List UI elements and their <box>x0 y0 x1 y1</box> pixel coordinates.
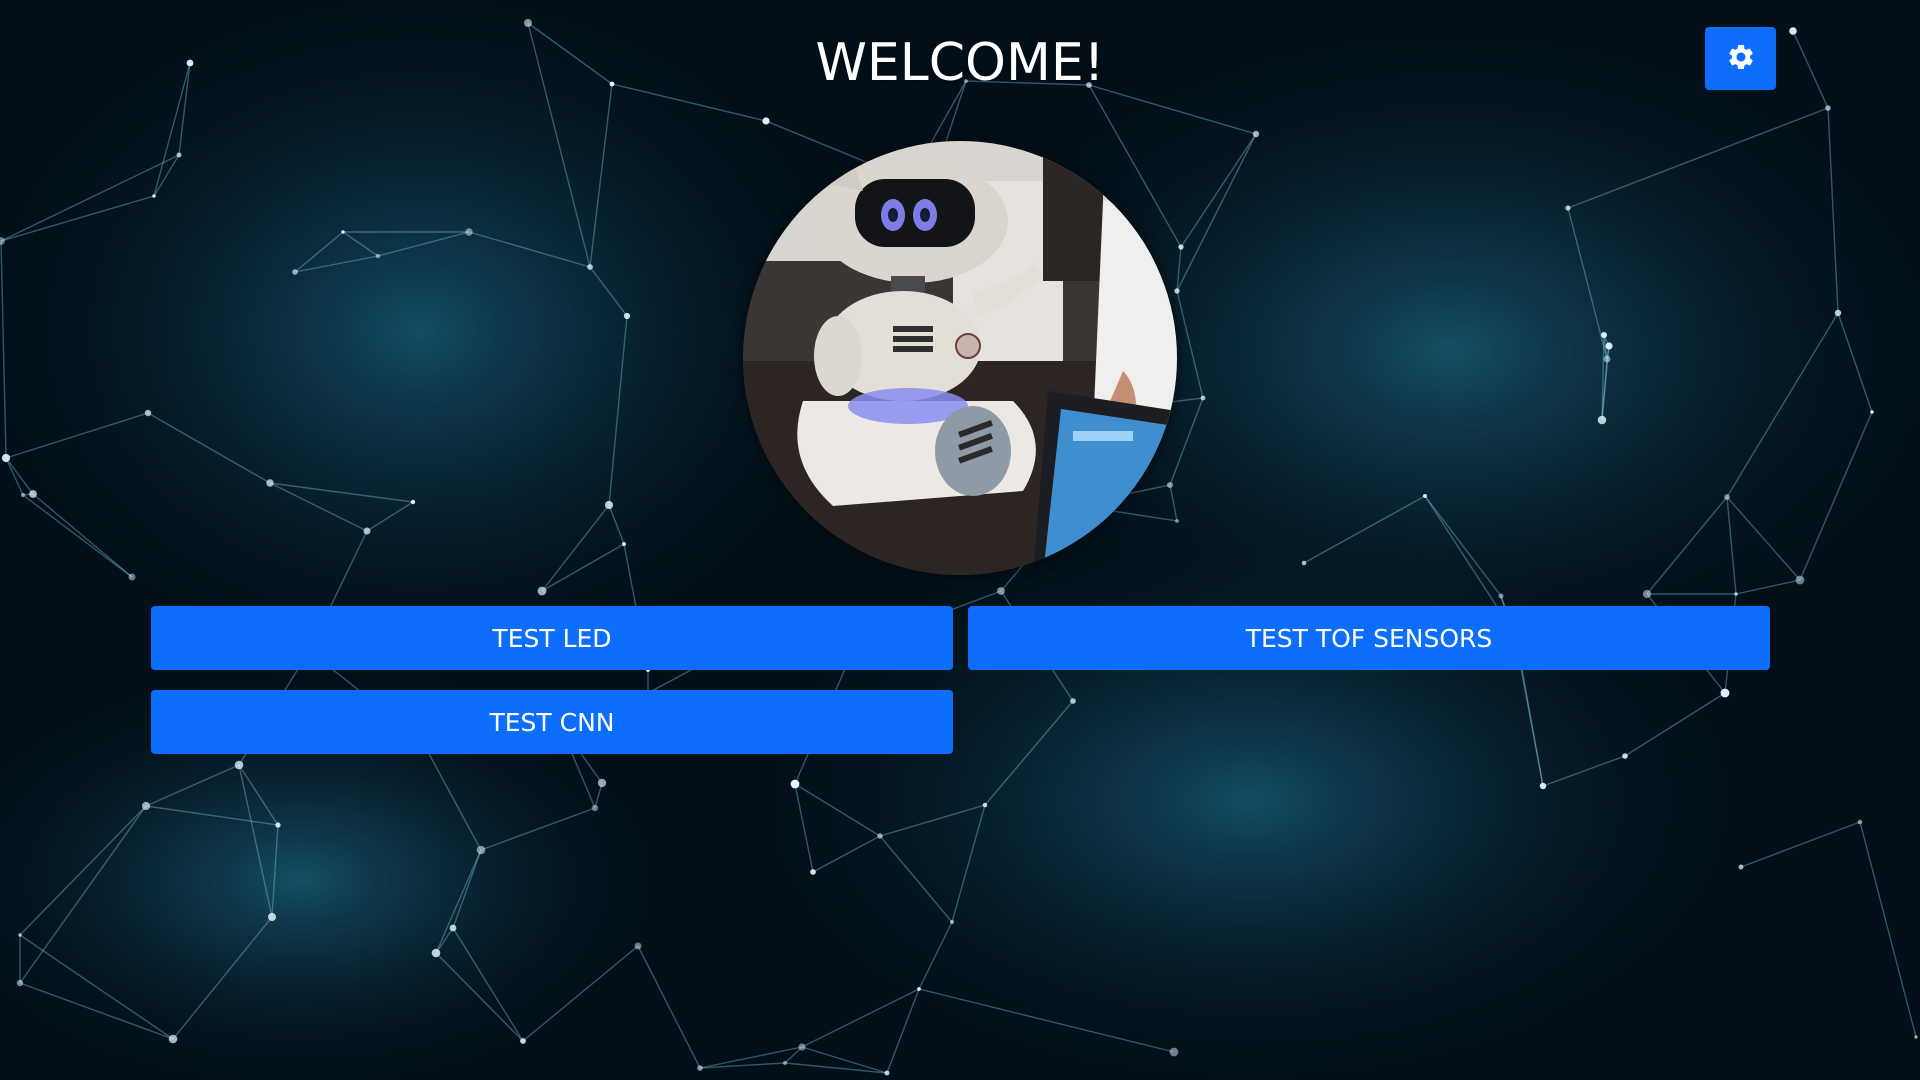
test-tof-sensors-button[interactable]: TEST TOF SENSORS <box>968 606 1770 670</box>
page-title: WELCOME! <box>815 33 1105 93</box>
settings-button[interactable] <box>1705 27 1776 90</box>
robot-photo <box>743 141 1177 575</box>
welcome-page: WELCOME! TEST LED TEST TOF SENSORS TEST … <box>0 0 1920 1080</box>
test-led-button[interactable]: TEST LED <box>151 606 953 670</box>
test-cnn-button[interactable]: TEST CNN <box>151 690 953 754</box>
robot-avatar <box>743 141 1177 575</box>
gear-icon <box>1726 42 1756 75</box>
